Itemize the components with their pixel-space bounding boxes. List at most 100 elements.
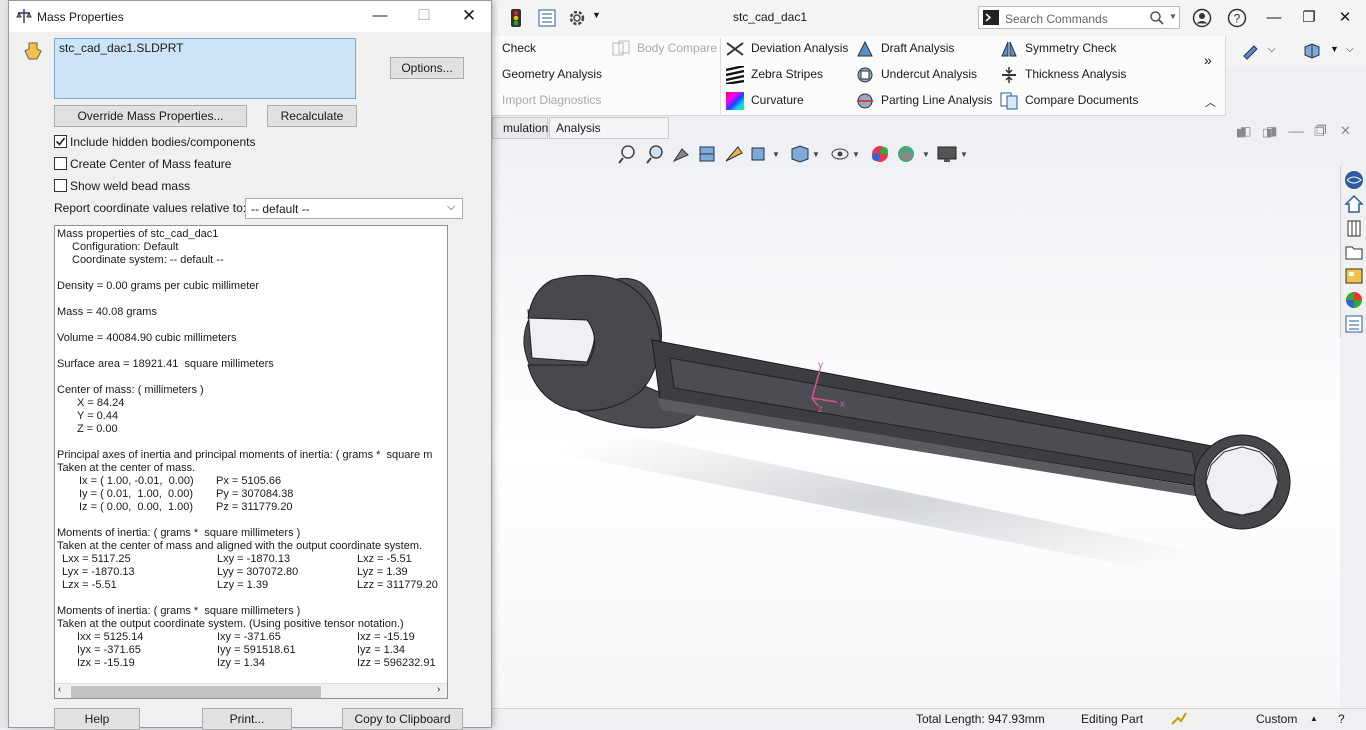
coordinate-system-select[interactable]: -- default -- ⌵ bbox=[245, 198, 463, 219]
tile-left-icon[interactable]: ◧ bbox=[1240, 124, 1251, 138]
scrollbar-thumb[interactable] bbox=[71, 686, 321, 698]
chevron-down-icon[interactable]: ▼ bbox=[1330, 44, 1339, 54]
wrench-model[interactable]: y x z bbox=[492, 140, 1340, 708]
graphics-viewport[interactable]: y x z ◧ ◨ — ❐ bbox=[492, 125, 1340, 708]
right-toolbar: ⌵ ▼ ⌵ bbox=[1226, 36, 1366, 66]
include-hidden-checkbox[interactable] bbox=[54, 135, 67, 148]
symmetry-check-command[interactable]: Symmetry Check bbox=[1000, 38, 1116, 58]
results-coordsys: Coordinate system: -- default -- bbox=[72, 254, 224, 266]
chevron-down-icon[interactable]: ⌵ bbox=[1346, 44, 1354, 55]
total-length-status: Total Length: 947.93mm bbox=[916, 712, 1045, 726]
viewport-max-icon[interactable]: ❐ bbox=[1316, 123, 1327, 137]
options-button[interactable]: Options... bbox=[390, 57, 464, 79]
chevron-down-icon[interactable]: ▼ bbox=[1169, 12, 1177, 21]
dialog-minimize-icon[interactable]: — bbox=[369, 6, 391, 26]
tab-analysis-preparation[interactable]: Analysis Preparation bbox=[549, 117, 669, 155]
show-weld-checkbox[interactable] bbox=[54, 179, 67, 192]
svg-text:?: ? bbox=[1234, 12, 1241, 26]
units-selector[interactable]: Custom bbox=[1256, 712, 1297, 726]
results-lyz: Lyz = 1.39 bbox=[357, 566, 408, 578]
undercut-analysis-label: Undercut Analysis bbox=[881, 67, 978, 81]
copy-to-clipboard-button[interactable]: Copy to Clipboard bbox=[342, 708, 463, 730]
command-tabs: mulation Analysis Preparation bbox=[492, 116, 672, 155]
design-library-icon[interactable] bbox=[1344, 218, 1364, 238]
gear-icon[interactable] bbox=[568, 9, 586, 27]
curvature-icon bbox=[726, 91, 744, 110]
results-com-x: X = 84.24 bbox=[77, 397, 125, 409]
deviation-analysis-command[interactable]: Deviation Analysis bbox=[726, 38, 848, 58]
thickness-analysis-label: Thickness Analysis bbox=[1025, 67, 1127, 81]
results-px: Px = 5105.66 bbox=[216, 475, 282, 487]
solidworks-resources-icon[interactable] bbox=[1344, 170, 1364, 190]
file-properties-icon[interactable] bbox=[538, 9, 556, 27]
print-button[interactable]: Print... bbox=[202, 708, 292, 730]
traffic-light-icon[interactable] bbox=[508, 9, 524, 27]
results-izx: Izx = -15.19 bbox=[77, 657, 135, 669]
results-text-area[interactable]: Mass properties of stc_cad_dac1 Configur… bbox=[54, 225, 448, 699]
draft-analysis-command[interactable]: Draft Analysis bbox=[856, 38, 954, 58]
collapse-chevron-icon[interactable]: ︿ bbox=[1205, 94, 1216, 110]
close-icon[interactable]: ✕ bbox=[1334, 8, 1356, 28]
results-header: Mass properties of stc_cad_dac1 bbox=[57, 228, 219, 240]
override-mass-properties-button[interactable]: Override Mass Properties... bbox=[54, 105, 247, 127]
results-config: Configuration: Default bbox=[72, 241, 179, 253]
check-command[interactable]: Check bbox=[502, 38, 536, 58]
pin-icon[interactable] bbox=[1240, 42, 1260, 63]
deviation-analysis-label: Deviation Analysis bbox=[751, 41, 849, 55]
search-commands-input[interactable]: Search Commands ▼ bbox=[978, 6, 1180, 29]
chevron-down-icon[interactable]: ▼ bbox=[592, 10, 601, 20]
scroll-right-icon[interactable]: › bbox=[437, 684, 440, 695]
viewport-min-icon[interactable]: — bbox=[1292, 124, 1304, 138]
home-icon[interactable] bbox=[1344, 194, 1364, 214]
zebra-stripes-command[interactable]: Zebra Stripes bbox=[725, 64, 824, 86]
results-density: Density = 0.00 grams per cubic millimete… bbox=[57, 280, 260, 292]
parting-line-icon bbox=[856, 92, 874, 110]
results-horizontal-scrollbar[interactable]: ‹ › bbox=[55, 683, 447, 698]
chevron-down-icon: ⌵ bbox=[447, 201, 456, 213]
zebra-stripes-label: Zebra Stripes bbox=[751, 67, 824, 81]
selected-items-box[interactable]: stc_cad_dac1.SLDPRT bbox=[54, 38, 356, 99]
file-explorer-icon[interactable] bbox=[1344, 242, 1364, 262]
rebuild-icon[interactable] bbox=[1170, 710, 1188, 729]
view-cube-icon[interactable] bbox=[1302, 42, 1322, 63]
appearances-icon[interactable] bbox=[1344, 290, 1364, 310]
expand-chevron-icon[interactable]: » bbox=[1204, 52, 1212, 68]
custom-properties-icon[interactable] bbox=[1344, 314, 1364, 334]
thickness-analysis-icon bbox=[1000, 66, 1018, 84]
geometry-analysis-command[interactable]: Geometry Analysis bbox=[502, 64, 602, 84]
dialog-title: Mass Properties bbox=[37, 10, 124, 24]
recalculate-button[interactable]: Recalculate bbox=[267, 105, 357, 127]
user-account-icon[interactable] bbox=[1192, 8, 1212, 31]
command-manager: Check Geometry Analysis Import Diagnosti… bbox=[492, 36, 1226, 116]
results-surface-area: Surface area = 18921.41 square millimete… bbox=[57, 358, 274, 370]
restore-icon[interactable]: ❐ bbox=[1298, 8, 1320, 28]
create-com-label: Create Center of Mass feature bbox=[70, 157, 232, 171]
minimize-icon[interactable]: — bbox=[1263, 8, 1285, 28]
task-pane bbox=[1340, 166, 1366, 338]
tab-simulation[interactable]: mulation bbox=[492, 117, 548, 139]
help-icon[interactable]: ? bbox=[1227, 8, 1247, 31]
dialog-close-icon[interactable]: ✕ bbox=[458, 6, 480, 26]
view-orientation-icon bbox=[751, 147, 765, 161]
thickness-analysis-command[interactable]: Thickness Analysis bbox=[1000, 64, 1126, 84]
results-lyx: Lyx = -1870.13 bbox=[62, 566, 135, 578]
create-com-checkbox[interactable] bbox=[54, 157, 67, 170]
help-button[interactable]: Help bbox=[54, 708, 140, 730]
help-status-icon[interactable]: ? bbox=[1338, 712, 1345, 726]
viewport-close-icon[interactable]: ✕ bbox=[1340, 123, 1351, 139]
chevron-down-icon[interactable]: ⌵ bbox=[1268, 44, 1276, 55]
view-palette-icon[interactable] bbox=[1344, 266, 1364, 286]
curvature-command[interactable]: Curvature bbox=[726, 90, 804, 110]
compare-documents-command[interactable]: Compare Documents bbox=[1000, 90, 1138, 110]
undercut-analysis-command[interactable]: Undercut Analysis bbox=[856, 64, 977, 84]
results-izy: Izy = 1.34 bbox=[217, 657, 266, 669]
results-py: Py = 307084.38 bbox=[216, 488, 294, 500]
search-icon[interactable] bbox=[1149, 10, 1165, 29]
tile-right-icon[interactable]: ◨ bbox=[1266, 124, 1277, 138]
selected-item[interactable]: stc_cad_dac1.SLDPRT bbox=[59, 41, 184, 55]
parting-line-analysis-command[interactable]: Parting Line Analysis bbox=[856, 90, 992, 110]
scroll-left-icon[interactable]: ‹ bbox=[58, 684, 61, 695]
results-lxy: Lxy = -1870.13 bbox=[217, 553, 291, 565]
chevron-up-icon[interactable]: ▲ bbox=[1310, 714, 1318, 723]
body-compare-label: Body Compare bbox=[637, 41, 718, 55]
